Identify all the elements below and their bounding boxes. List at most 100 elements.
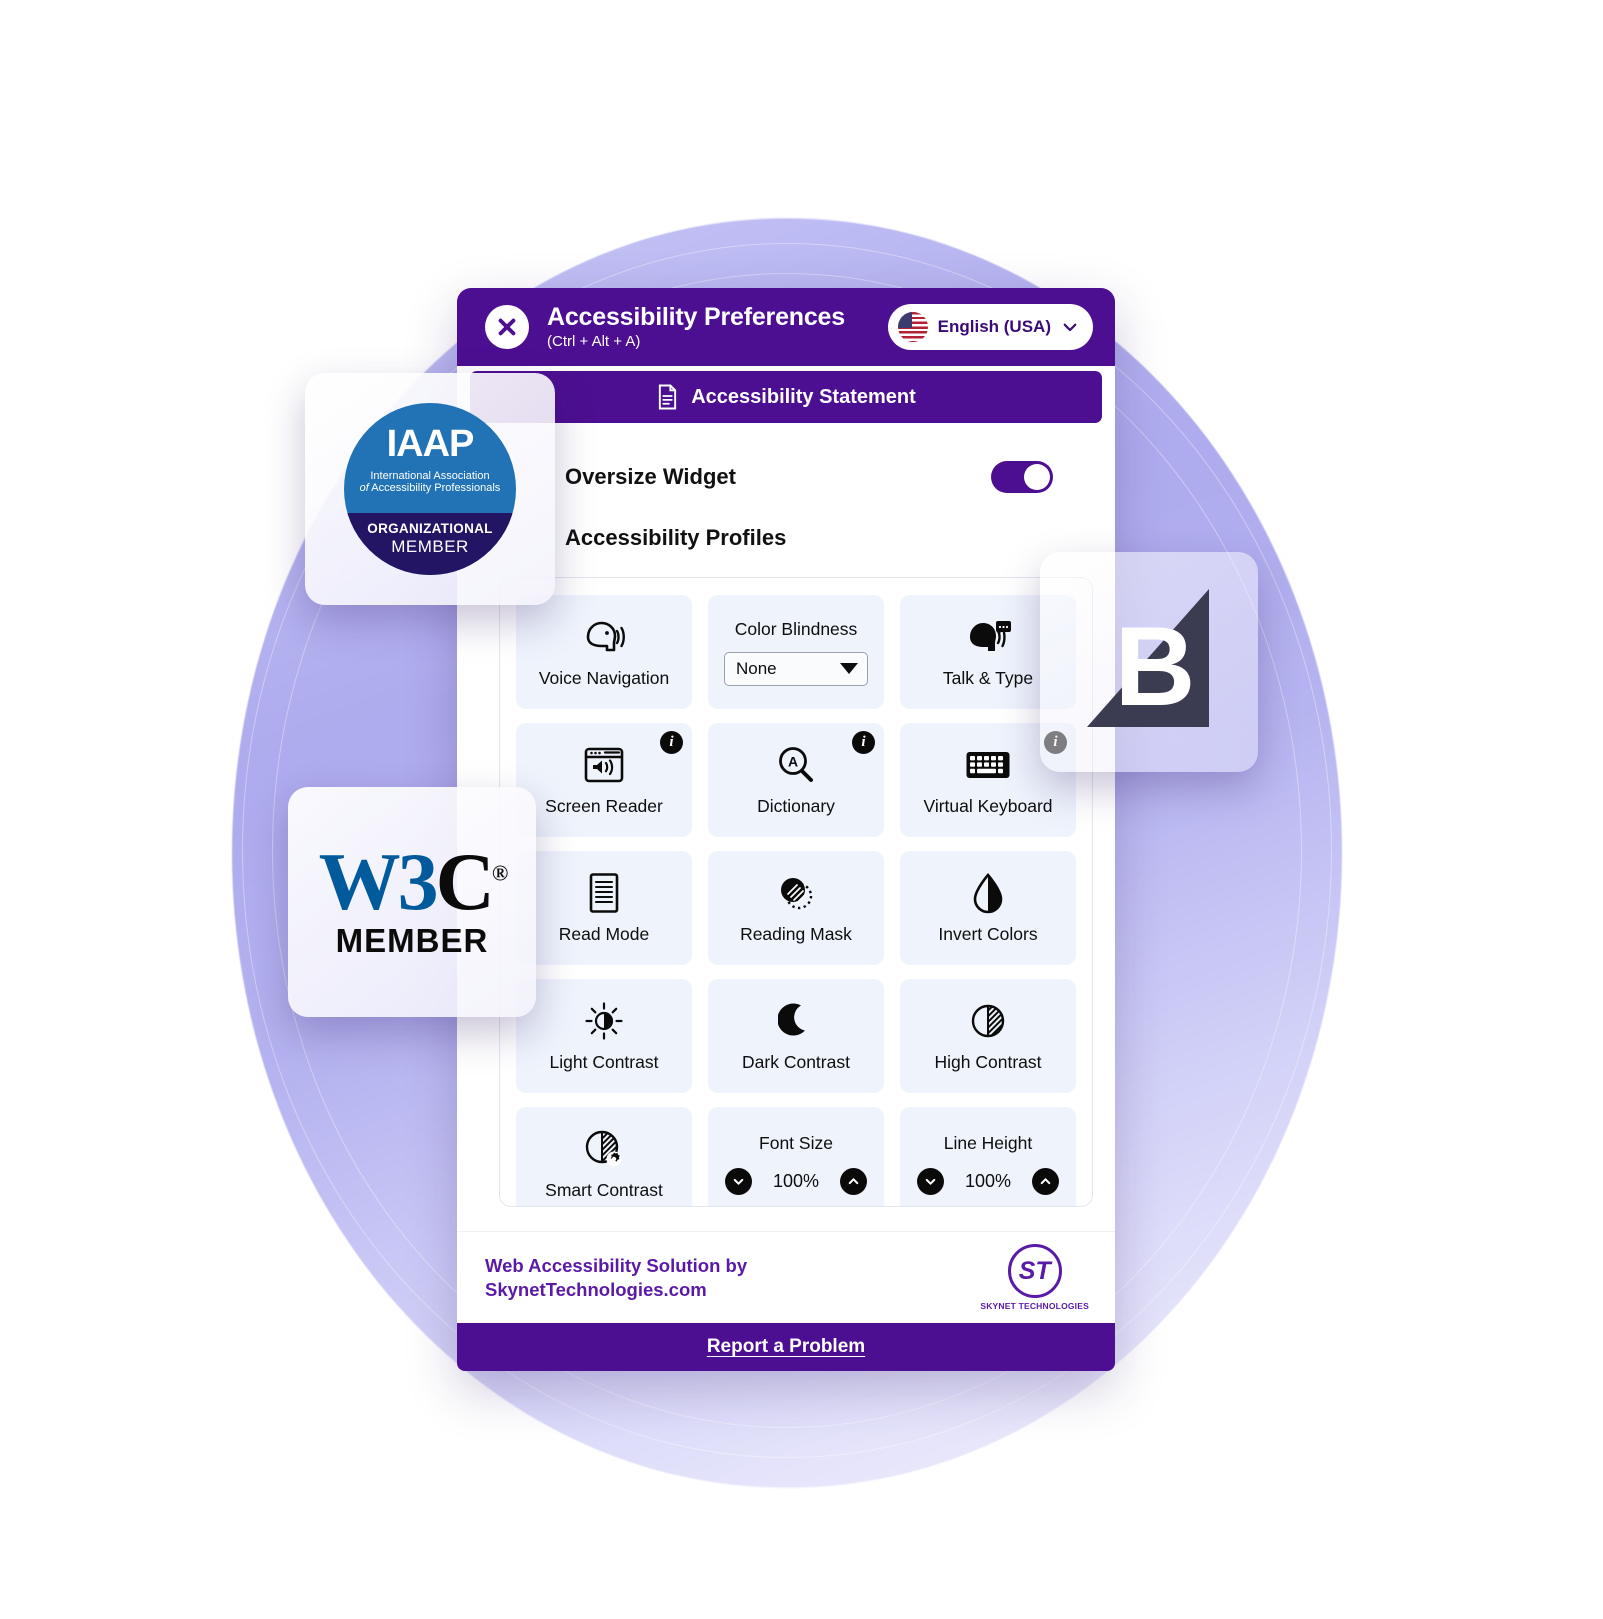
footer-credit-line1: Web Accessibility Solution by	[485, 1254, 748, 1276]
dictionary-icon: A	[776, 744, 816, 786]
skynet-logo: ST SKYNET TECHNOLOGIES	[980, 1244, 1089, 1311]
w3c-mark-c: C	[435, 836, 495, 928]
circle-half-hatch-icon	[968, 1000, 1008, 1042]
tile-voice-navigation[interactable]: Voice Navigation	[516, 595, 692, 709]
iaap-badge-circle: IAAP International Association of Access…	[344, 403, 516, 575]
close-icon	[498, 318, 516, 336]
widget-footer: Web Accessibility Solution by SkynetTech…	[457, 1231, 1115, 1323]
tile-font-size[interactable]: Font Size 100%	[708, 1107, 884, 1206]
tile-high-contrast[interactable]: High Contrast	[900, 979, 1076, 1093]
tile-color-blindness[interactable]: Color Blindness None	[708, 595, 884, 709]
line-height-value: 100%	[964, 1171, 1012, 1191]
tile-dictionary[interactable]: i A Dictionary	[708, 723, 884, 837]
chevron-down-icon	[733, 1178, 744, 1185]
report-a-problem-button[interactable]: Report a Problem	[457, 1323, 1115, 1371]
iaap-line1: International Association	[370, 470, 490, 482]
oversize-widget-label: Oversize Widget	[565, 464, 736, 489]
line-height-decrease-button[interactable]	[917, 1168, 944, 1195]
chevron-up-icon	[848, 1178, 859, 1185]
footer-credit-line2: SkynetTechnologies.com	[485, 1278, 707, 1300]
info-icon[interactable]: i	[660, 731, 683, 754]
tile-label: Talk & Type	[942, 667, 1034, 688]
iaap-organizational: ORGANIZATIONAL	[367, 521, 493, 536]
w3c-badge-inner: W3C® MEMBER	[319, 841, 509, 959]
skynet-logo-name: SKYNET TECHNOLOGIES	[980, 1301, 1089, 1311]
language-selector[interactable]: English (USA)	[887, 304, 1093, 350]
bureau-b-icon: B	[1087, 589, 1209, 729]
iaap-badge-bottom: ORGANIZATIONAL MEMBER	[344, 513, 516, 575]
font-size-value: 100%	[772, 1171, 820, 1191]
font-size-increase-button[interactable]	[840, 1168, 867, 1195]
tile-label: Voice Navigation	[538, 667, 670, 688]
tile-label: Read Mode	[558, 923, 650, 944]
language-label: English (USA)	[937, 317, 1051, 336]
registered-icon: ®	[491, 860, 509, 886]
tile-label: High Contrast	[934, 1051, 1042, 1072]
tile-label: Line Height	[943, 1133, 1033, 1153]
droplet-half-icon	[971, 872, 1005, 914]
screenshot-root: Accessibility Preferences (Ctrl + Alt + …	[0, 0, 1603, 1619]
document-icon	[659, 384, 677, 410]
tile-read-mode[interactable]: Read Mode	[516, 851, 692, 965]
line-height-stepper: 100%	[917, 1168, 1059, 1195]
tile-label: Reading Mask	[740, 923, 852, 944]
color-blindness-value: None	[736, 658, 777, 678]
chevron-up-icon	[1040, 1178, 1051, 1185]
caret-down-icon	[840, 663, 858, 674]
screen-reader-icon	[583, 744, 625, 786]
features-grid: Voice Navigation Color Blindness None Ta…	[516, 595, 1076, 1206]
bureau-internet-accessibility-badge: B	[1040, 552, 1258, 772]
tile-label: Dark Contrast	[742, 1051, 850, 1072]
chevron-down-icon	[1063, 323, 1077, 332]
moon-icon	[778, 1000, 814, 1042]
iaap-line2-of: of	[359, 482, 369, 494]
oversize-widget-toggle[interactable]	[991, 461, 1053, 493]
oversize-widget-row: Oversize Widget	[457, 453, 1115, 501]
tile-label: Dictionary	[757, 795, 835, 816]
w3c-member-label: MEMBER	[335, 921, 489, 959]
svg-text:A: A	[788, 753, 798, 769]
features-container: Voice Navigation Color Blindness None Ta…	[499, 577, 1093, 1207]
accessibility-statement-label: Accessibility Statement	[691, 385, 916, 408]
tile-label: Screen Reader	[545, 795, 663, 816]
usa-flag-icon	[897, 312, 928, 342]
tile-label: Light Contrast	[549, 1051, 659, 1072]
font-size-stepper: 100%	[725, 1168, 867, 1195]
tile-dark-contrast[interactable]: Dark Contrast	[708, 979, 884, 1093]
tile-label: Smart Contrast	[545, 1179, 663, 1200]
sun-half-icon	[584, 1000, 624, 1042]
report-a-problem-label: Report a Problem	[706, 1336, 866, 1357]
keyboard-icon	[965, 744, 1011, 786]
color-blindness-select[interactable]: None	[724, 651, 868, 686]
tile-smart-contrast[interactable]: Smart Contrast	[516, 1107, 692, 1206]
iaap-member: MEMBER	[391, 537, 469, 556]
reading-mask-icon	[775, 872, 817, 914]
font-size-decrease-button[interactable]	[725, 1168, 752, 1195]
tile-label: Font Size	[759, 1133, 833, 1153]
speaking-head-icon	[582, 616, 626, 658]
w3c-member-badge: W3C® MEMBER	[288, 787, 536, 1017]
iaap-line2-rest: Accessibility Professionals	[368, 482, 501, 494]
talk-type-icon	[965, 616, 1011, 658]
accessibility-statement-button[interactable]: Accessibility Statement	[470, 371, 1102, 423]
keyboard-shortcut: (Ctrl + Alt + A)	[547, 333, 641, 351]
tile-reading-mask[interactable]: Reading Mask	[708, 851, 884, 965]
line-height-increase-button[interactable]	[1032, 1168, 1059, 1195]
tile-screen-reader[interactable]: i Screen Reader	[516, 723, 692, 837]
iaap-acronym: IAAP	[386, 423, 475, 465]
footer-credit: Web Accessibility Solution by SkynetTech…	[485, 1254, 747, 1301]
skynet-logo-mark: ST	[1007, 1244, 1062, 1298]
tile-invert-colors[interactable]: Invert Colors	[900, 851, 1076, 965]
close-button[interactable]	[485, 305, 529, 349]
document-lines-icon	[587, 872, 621, 914]
tile-light-contrast[interactable]: Light Contrast	[516, 979, 692, 1093]
accessibility-profiles-label: Accessibility Profiles	[565, 525, 787, 550]
w3c-mark-text: W3	[318, 836, 439, 928]
iaap-line2: of Accessibility Professionals	[360, 482, 501, 494]
toggle-knob	[1024, 464, 1050, 490]
tile-label: Virtual Keyboard	[923, 795, 1053, 816]
tile-line-height[interactable]: Line Height 100%	[900, 1107, 1076, 1206]
w3c-mark: W3C®	[319, 841, 509, 923]
info-icon[interactable]: i	[852, 731, 875, 754]
tile-label: Color Blindness	[734, 618, 858, 639]
